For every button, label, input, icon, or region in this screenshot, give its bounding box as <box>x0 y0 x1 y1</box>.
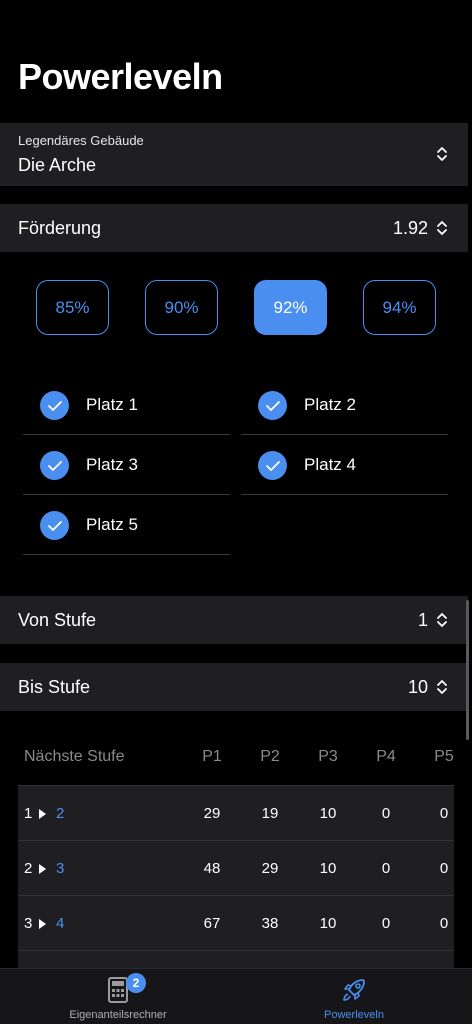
play-arrow-icon <box>39 809 46 819</box>
cell-p5: 0 <box>439 915 449 932</box>
notification-badge: 2 <box>126 973 146 993</box>
level-to: 2 <box>56 805 65 822</box>
place-toggle-2[interactable]: Platz 2 <box>241 375 448 435</box>
level-from: 3 <box>24 915 33 932</box>
building-value: Die Arche <box>18 155 97 175</box>
foerderung-label: Förderung <box>18 218 102 238</box>
header-p1: P1 <box>202 748 222 765</box>
header-p2: P2 <box>260 748 280 765</box>
level-to: 3 <box>56 860 65 877</box>
cell-p3: 10 <box>319 915 337 932</box>
tab-label: Eigenanteilsrechner <box>69 1009 167 1021</box>
place-toggle-1[interactable]: Platz 1 <box>23 375 230 435</box>
tab-bar: 2 Eigenanteilsrechner Powerleveln <box>0 968 472 1024</box>
chevron-up-down-icon <box>437 613 447 627</box>
bis-stufe-label: Bis Stufe <box>18 677 91 697</box>
foerderung-value: 1.92 <box>392 218 428 238</box>
place-label: Platz 4 <box>304 455 356 474</box>
level-from: 2 <box>24 860 33 877</box>
place-toggle-5[interactable]: Platz 5 <box>23 495 230 555</box>
cell-p2: 29 <box>261 860 279 877</box>
table-row: 3 4 67 38 10 0 0 <box>18 895 454 950</box>
play-arrow-icon <box>39 919 46 929</box>
chevron-up-down-icon <box>437 680 447 694</box>
foerderung-selector[interactable]: Förderung 1.92 <box>0 204 468 252</box>
place-label: Platz 5 <box>86 515 138 534</box>
level-from: 1 <box>24 805 33 822</box>
header-p5: P5 <box>434 748 454 765</box>
building-label: Legendäres Gebäude <box>18 133 144 148</box>
tab-powerleveln[interactable]: Powerleveln <box>236 969 472 1024</box>
place-toggle-3[interactable]: Platz 3 <box>23 435 230 495</box>
level-to: 4 <box>56 915 65 932</box>
place-label: Platz 1 <box>86 395 138 414</box>
table-row <box>18 950 454 968</box>
table-header: Nächste Stufe P1 P2 P3 P4 P5 <box>18 748 454 768</box>
von-stufe-value: 1 <box>417 610 428 630</box>
checkmark-icon <box>40 511 69 540</box>
cell-p1: 48 <box>203 860 221 877</box>
page-title: Powerleveln <box>18 56 223 97</box>
scrollbar[interactable] <box>466 600 469 740</box>
chevron-up-down-icon <box>437 147 447 161</box>
cell-p5: 0 <box>439 860 449 877</box>
checkmark-icon <box>258 391 287 420</box>
cell-p3: 10 <box>319 805 337 822</box>
percent-button-92[interactable]: 92% <box>254 280 327 335</box>
cell-p4: 0 <box>381 915 391 932</box>
checkmark-icon <box>40 451 69 480</box>
percent-button-94[interactable]: 94% <box>363 280 436 335</box>
rocket-icon <box>343 979 365 1001</box>
von-stufe-selector[interactable]: Von Stufe 1 <box>0 596 468 644</box>
cell-p1: 29 <box>203 805 221 822</box>
place-label: Platz 2 <box>304 395 356 414</box>
cell-p2: 38 <box>261 915 279 932</box>
place-toggle-4[interactable]: Platz 4 <box>241 435 448 495</box>
header-next-level: Nächste Stufe <box>24 748 125 765</box>
tab-eigenanteilsrechner[interactable]: 2 Eigenanteilsrechner <box>0 969 236 1024</box>
table-row: 1 2 29 19 10 0 0 <box>18 785 454 840</box>
play-arrow-icon <box>39 864 46 874</box>
cell-p4: 0 <box>381 805 391 822</box>
place-label: Platz 3 <box>86 455 138 474</box>
cell-p4: 0 <box>381 860 391 877</box>
checkmark-icon <box>258 451 287 480</box>
bis-stufe-selector[interactable]: Bis Stufe 10 <box>0 663 468 711</box>
von-stufe-label: Von Stufe <box>18 610 97 630</box>
cell-p2: 19 <box>261 805 279 822</box>
table-row: 2 3 48 29 10 0 0 <box>18 840 454 895</box>
cell-p5: 0 <box>439 805 449 822</box>
tab-label: Powerleveln <box>324 1009 384 1021</box>
chevron-up-down-icon <box>437 221 447 235</box>
percent-button-90[interactable]: 90% <box>145 280 218 335</box>
cell-p3: 10 <box>319 860 337 877</box>
bis-stufe-value: 10 <box>407 677 428 697</box>
checkmark-icon <box>40 391 69 420</box>
building-selector[interactable]: Legendäres Gebäude Die Arche <box>0 123 468 186</box>
percent-button-85[interactable]: 85% <box>36 280 109 335</box>
cell-p1: 67 <box>203 915 221 932</box>
header-p3: P3 <box>318 748 338 765</box>
header-p4: P4 <box>376 748 396 765</box>
